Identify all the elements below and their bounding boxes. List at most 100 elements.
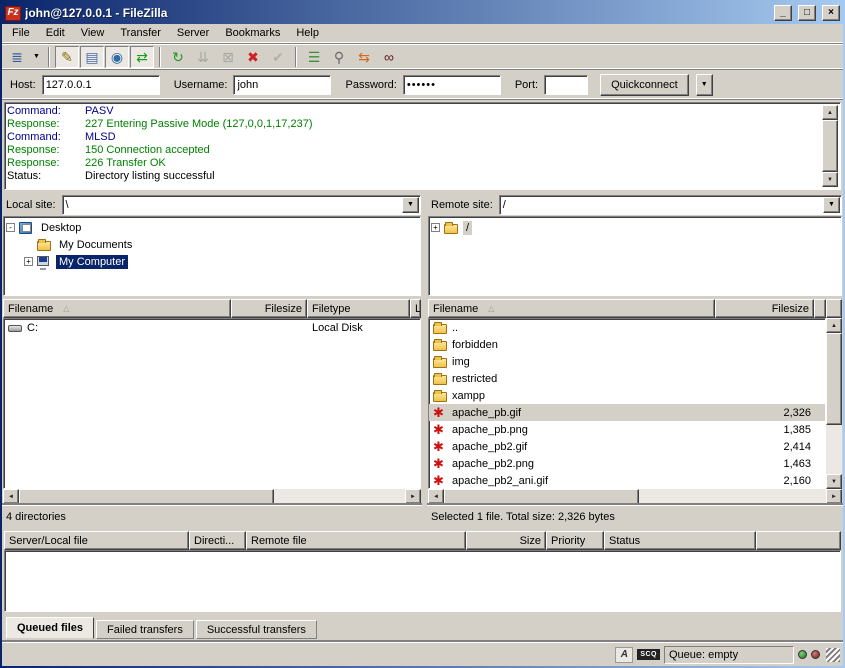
scroll-up-icon[interactable]: ▲ [822,105,838,120]
directory-comparison-button[interactable]: ⇆ [352,46,376,68]
message-log-body[interactable]: Command:PASVResponse:227 Entering Passiv… [7,105,822,187]
chevron-down-icon[interactable]: ▼ [402,197,419,213]
tab-successful-transfers[interactable]: Successful transfers [196,620,317,639]
remote-site-combo[interactable]: / ▼ [499,195,842,215]
remote-v-scrollbar-thumb[interactable] [826,333,842,425]
remote-tree-item[interactable]: +/ [431,219,839,236]
quickconnect-button[interactable]: Quickconnect [600,74,689,96]
file-row[interactable]: ✱apache_pb2_ani.gif2,160 [429,472,825,489]
cancel-operation-button: ⊠ [216,46,240,68]
toggle-remote-tree-button[interactable]: ◉ [105,46,129,68]
refresh-button[interactable]: ↻ [166,46,190,68]
disconnect-button[interactable]: ✖ [241,46,265,68]
scroll-up-icon[interactable]: ▲ [826,318,842,333]
column-header-filetype[interactable]: Filetype [307,299,410,318]
host-input[interactable] [42,75,160,95]
file-row[interactable]: img [429,353,825,370]
scroll-down-icon[interactable]: ▼ [826,474,842,489]
minimize-button[interactable]: _ [774,5,792,21]
file-row[interactable]: xampp [429,387,825,404]
scroll-right-icon[interactable]: ► [826,489,842,504]
column-header-filler[interactable] [756,531,841,550]
remote-file-list[interactable]: ..forbiddenimgrestrictedxampp✱apache_pb.… [428,318,826,489]
transfer-type-icon[interactable]: A [615,647,633,663]
file-row[interactable]: restricted [429,370,825,387]
file-row[interactable]: .. [429,319,825,336]
resize-grip[interactable] [826,648,840,662]
remote-h-scrollbar-thumb[interactable] [444,489,639,505]
message-log: Command:PASVResponse:227 Entering Passiv… [4,102,841,190]
remote-v-scrollbar[interactable]: ▲ ▼ [826,318,842,489]
local-tree-item[interactable]: -Desktop [6,219,418,236]
tab-failed-transfers[interactable]: Failed transfers [96,620,194,639]
password-input[interactable] [403,75,501,95]
menu-item-server[interactable]: Server [169,25,217,41]
refresh-icon: ↻ [172,50,184,64]
local-file-list[interactable]: C:Local Disk [3,318,421,489]
menu-item-bookmarks[interactable]: Bookmarks [217,25,288,41]
file-cell-text: forbidden [452,339,498,351]
local-h-scrollbar[interactable]: ◄ ► [3,489,421,505]
log-scrollbar-thumb[interactable] [822,120,838,172]
remote-h-scrollbar[interactable]: ◄ ► [428,489,842,505]
column-header-filename[interactable]: Filename△ [428,299,715,318]
title-bar[interactable]: Fz john@127.0.0.1 - FileZilla _ □ × [2,2,843,24]
column-header-directi-[interactable]: Directi... [189,531,246,550]
file-row[interactable]: ✱apache_pb2.gif2,414 [429,438,825,455]
log-scrollbar[interactable]: ▲ ▼ [822,105,838,187]
scroll-left-icon[interactable]: ◄ [3,489,19,504]
file-row[interactable]: C:Local Disk [4,319,420,336]
column-header-status[interactable]: Status [604,531,756,550]
toggle-queue-button[interactable]: ⇄ [130,46,154,68]
file-row[interactable]: forbidden [429,336,825,353]
close-button[interactable]: × [822,5,840,21]
file-cell: C: [4,321,232,335]
file-row[interactable]: ✱apache_pb.gif2,326 [429,404,825,421]
toggle-local-tree-button[interactable]: ▤ [80,46,104,68]
menu-item-transfer[interactable]: Transfer [112,25,169,41]
log-entry-text: Directory listing successful [85,170,215,183]
column-header-server-local-file[interactable]: Server/Local file [4,531,189,550]
column-header-l[interactable]: L [410,299,421,318]
file-row[interactable]: ✱apache_pb2.png1,463 [429,455,825,472]
tree-expander-icon[interactable]: + [24,257,33,266]
column-header-filesize[interactable]: Filesize [715,299,814,318]
toggle-message-log-button[interactable]: ✎ [55,46,79,68]
column-header-filesize[interactable]: Filesize [231,299,307,318]
local-tree-item[interactable]: My Documents [6,236,418,253]
port-input[interactable] [544,75,588,95]
menu-item-file[interactable]: File [4,25,38,41]
local-tree-item[interactable]: +My Computer [6,253,418,270]
local-directory-tree[interactable]: -Desktop My Documents+My Computer [3,216,421,296]
column-header-filename[interactable]: Filename△ [3,299,231,318]
scroll-right-icon[interactable]: ► [405,489,421,504]
username-input[interactable] [233,75,331,95]
column-header-priority[interactable]: Priority [546,531,604,550]
remote-directory-tree[interactable]: +/ [428,216,842,296]
maximize-button[interactable]: □ [798,5,816,21]
local-h-scrollbar-thumb[interactable] [19,489,274,505]
quickconnect-bar: Host: Username: Password: Port: Quickcon… [2,70,843,100]
synchronized-browsing-button[interactable]: ∞ [377,46,401,68]
local-site-combo[interactable]: \ ▼ [62,195,421,215]
menu-item-edit[interactable]: Edit [38,25,73,41]
transfer-queue-list[interactable] [4,550,841,612]
filter-button[interactable]: ☰ [302,46,326,68]
column-header-filler[interactable] [814,299,826,318]
file-search-button[interactable]: ⚲ [327,46,351,68]
site-manager-button-dropdown[interactable]: ▼ [30,46,43,68]
site-manager-button[interactable]: ≣ [5,46,29,68]
column-header-remote-file[interactable]: Remote file [246,531,466,550]
column-header-size[interactable]: Size [466,531,546,550]
scroll-left-icon[interactable]: ◄ [428,489,444,504]
quickconnect-dropdown-button[interactable]: ▼ [696,74,713,96]
chevron-down-icon[interactable]: ▼ [823,197,840,213]
file-row[interactable]: ✱apache_pb.png1,385 [429,421,825,438]
scroll-down-icon[interactable]: ▼ [822,172,838,187]
speed-limit-icon[interactable]: SCQ [637,649,660,660]
menu-item-view[interactable]: View [73,25,113,41]
menu-item-help[interactable]: Help [288,25,327,41]
tree-expander-icon[interactable]: - [6,223,15,232]
tree-expander-icon[interactable]: + [431,223,440,232]
tab-queued-files[interactable]: Queued files [6,617,94,639]
